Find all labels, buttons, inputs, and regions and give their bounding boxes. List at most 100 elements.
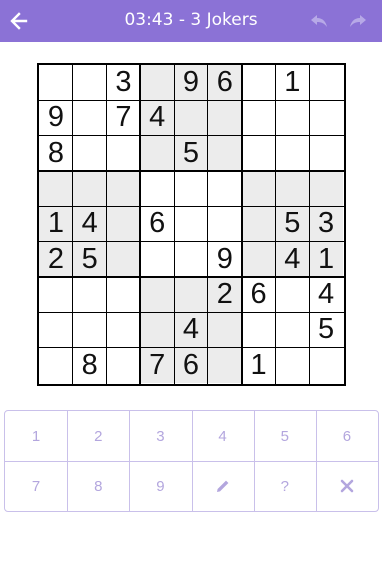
pencil-icon xyxy=(216,480,228,492)
cell-r8-c2[interactable] xyxy=(73,312,107,347)
cell-r5-c4[interactable]: 6 xyxy=(140,206,174,241)
digit-key-1[interactable]: 1 xyxy=(5,411,67,461)
cell-r7-c2[interactable] xyxy=(73,277,107,312)
cell-r2-c2[interactable] xyxy=(73,100,107,135)
redo-button[interactable] xyxy=(346,9,370,33)
cell-r1-c1[interactable] xyxy=(39,65,73,100)
cell-r4-c2[interactable] xyxy=(72,171,107,207)
cell-r3-c1[interactable]: 8 xyxy=(39,136,73,171)
digit-key-7[interactable]: 7 xyxy=(5,461,67,511)
cell-r2-c1[interactable]: 9 xyxy=(39,100,73,135)
cell-r3-c3[interactable] xyxy=(107,136,141,171)
cell-r3-c6[interactable] xyxy=(207,135,242,171)
cell-r4-c9[interactable] xyxy=(309,171,343,207)
digit-key-9[interactable]: 9 xyxy=(129,461,191,511)
number-pad: 1 2 3 4 5 6 7 8 9? xyxy=(4,410,379,512)
cell-r1-c5[interactable]: 9 xyxy=(174,65,208,101)
cell-r1-c8[interactable]: 1 xyxy=(275,65,309,100)
hint-button[interactable]: ? xyxy=(254,461,316,511)
cell-r7-c8[interactable] xyxy=(275,277,309,312)
cell-r2-c8[interactable] xyxy=(275,100,309,135)
cell-r1-c7[interactable] xyxy=(242,65,276,100)
cell-r2-c4[interactable]: 4 xyxy=(140,100,175,136)
cell-r5-c1[interactable]: 1 xyxy=(39,206,73,242)
pencil-button[interactable] xyxy=(192,461,254,511)
cell-r9-c1[interactable] xyxy=(39,348,73,383)
cell-r3-c8[interactable] xyxy=(275,136,309,171)
cell-r5-c7[interactable] xyxy=(241,206,276,242)
cell-r4-c4[interactable] xyxy=(140,171,174,206)
cell-r6-c6[interactable]: 9 xyxy=(208,242,242,277)
cell-r7-c6[interactable]: 2 xyxy=(207,277,242,313)
cell-r8-c1[interactable] xyxy=(39,312,73,347)
cell-r9-c3[interactable] xyxy=(107,348,141,383)
cell-r5-c8[interactable]: 5 xyxy=(275,206,310,242)
digit-key-2[interactable]: 2 xyxy=(67,411,129,461)
clear-button[interactable] xyxy=(316,461,378,511)
cell-r8-c7[interactable] xyxy=(242,312,276,347)
cell-r6-c4[interactable] xyxy=(140,242,174,277)
cell-r3-c2[interactable] xyxy=(73,136,107,171)
cell-r1-c2[interactable] xyxy=(73,65,107,100)
cell-r7-c5[interactable] xyxy=(174,277,208,313)
cell-r9-c6[interactable] xyxy=(207,347,242,383)
cell-r8-c5[interactable]: 4 xyxy=(174,312,208,348)
digit-key-5[interactable]: 5 xyxy=(254,411,316,461)
digit-key-8[interactable]: 8 xyxy=(67,461,129,511)
cell-r3-c9[interactable] xyxy=(309,136,343,171)
cell-r2-c9[interactable] xyxy=(309,100,343,135)
cell-r3-c4[interactable] xyxy=(140,135,175,171)
cell-r1-c6[interactable]: 6 xyxy=(207,65,242,101)
cell-r8-c4[interactable] xyxy=(140,312,175,348)
undo-button[interactable] xyxy=(307,9,331,33)
cell-r9-c2[interactable]: 8 xyxy=(73,348,107,383)
cell-r5-c2[interactable]: 4 xyxy=(72,206,107,242)
cell-r7-c9[interactable]: 4 xyxy=(309,277,343,312)
cell-r4-c5[interactable] xyxy=(174,171,208,206)
cell-r3-c5[interactable]: 5 xyxy=(174,135,208,171)
cell-r1-c3[interactable]: 3 xyxy=(107,65,141,100)
digit-key-3[interactable]: 3 xyxy=(129,411,191,461)
cell-r8-c3[interactable] xyxy=(107,312,141,347)
cell-r5-c9[interactable]: 3 xyxy=(309,206,343,242)
cell-r4-c7[interactable] xyxy=(241,171,276,207)
grid-line xyxy=(106,65,108,384)
grid-line xyxy=(39,311,344,313)
cell-r6-c2[interactable]: 5 xyxy=(72,241,107,277)
cell-r9-c8[interactable] xyxy=(275,348,309,383)
cell-r1-c9[interactable] xyxy=(309,65,343,100)
cell-r2-c6[interactable] xyxy=(207,100,242,136)
cell-r6-c5[interactable] xyxy=(174,242,208,277)
cell-r7-c7[interactable]: 6 xyxy=(242,277,276,312)
cell-r3-c7[interactable] xyxy=(242,136,276,171)
back-button[interactable] xyxy=(6,8,32,34)
digit-key-4[interactable]: 4 xyxy=(192,411,254,461)
cell-r2-c5[interactable] xyxy=(174,100,208,136)
cell-r4-c6[interactable] xyxy=(208,171,242,206)
cell-r4-c1[interactable] xyxy=(39,171,73,207)
cell-r9-c5[interactable]: 6 xyxy=(174,347,208,383)
cell-r6-c3[interactable] xyxy=(106,241,141,277)
cell-r8-c6[interactable] xyxy=(207,312,242,348)
cell-r9-c4[interactable]: 7 xyxy=(140,347,175,383)
cell-r2-c3[interactable]: 7 xyxy=(107,100,141,135)
cell-r4-c3[interactable] xyxy=(106,171,141,207)
cell-r8-c8[interactable] xyxy=(275,312,309,347)
cell-r2-c7[interactable] xyxy=(242,100,276,135)
cell-r9-c9[interactable] xyxy=(309,348,343,383)
digit-key-6[interactable]: 6 xyxy=(316,411,378,461)
cell-r7-c1[interactable] xyxy=(39,277,73,312)
cell-r5-c6[interactable] xyxy=(208,206,242,241)
cell-r6-c1[interactable]: 2 xyxy=(39,241,73,277)
cell-r1-c4[interactable] xyxy=(140,65,175,101)
cell-r5-c5[interactable] xyxy=(174,206,208,241)
cell-r8-c9[interactable]: 5 xyxy=(309,312,343,347)
cell-r7-c4[interactable] xyxy=(140,277,175,313)
cell-r7-c3[interactable] xyxy=(107,277,141,312)
cell-r6-c8[interactable]: 4 xyxy=(275,241,310,277)
cell-r5-c3[interactable] xyxy=(106,206,141,242)
cell-r9-c7[interactable]: 1 xyxy=(242,348,276,383)
cell-r4-c8[interactable] xyxy=(275,171,310,207)
cell-r6-c9[interactable]: 1 xyxy=(309,241,343,277)
cell-r6-c7[interactable] xyxy=(241,241,276,277)
